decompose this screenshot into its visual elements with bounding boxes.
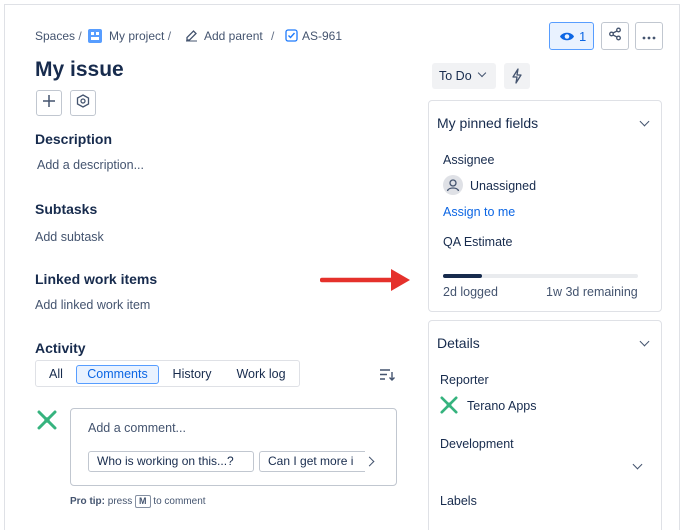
pro-tip: Pro tip: press M to comment	[70, 495, 206, 508]
breadcrumb-spaces[interactable]: Spaces /	[35, 29, 82, 43]
plus-icon	[42, 94, 56, 113]
time-tracking-bar	[443, 274, 638, 278]
suggestion-chip[interactable]: Can I get more i	[259, 451, 365, 472]
issue-title[interactable]: My issue	[35, 58, 124, 82]
chevron-right-icon[interactable]	[364, 456, 375, 467]
project-icon	[88, 29, 102, 43]
development-label: Development	[440, 437, 514, 451]
watch-button[interactable]: 1	[549, 22, 594, 50]
comment-placeholder: Add a comment...	[88, 421, 186, 435]
tab-history[interactable]: History	[164, 365, 220, 384]
assign-to-me-link[interactable]: Assign to me	[443, 205, 515, 219]
details-panel: Details Reporter Terano Apps Development…	[428, 320, 662, 530]
activity-heading: Activity	[35, 340, 86, 356]
time-tracking-fill	[443, 274, 482, 278]
time-logged: 2d logged	[443, 285, 498, 299]
add-button[interactable]	[36, 90, 62, 116]
chevron-down-icon[interactable]	[639, 336, 650, 347]
comment-editor[interactable]: Add a comment... Who is working on this.…	[70, 408, 397, 486]
add-parent-link[interactable]: Add parent	[204, 29, 263, 43]
status-dropdown[interactable]: To Do	[432, 63, 496, 89]
tab-comments[interactable]: Comments	[76, 365, 159, 384]
share-icon	[608, 27, 622, 46]
chevron-down-icon[interactable]	[632, 459, 643, 470]
reporter-avatar-logo	[440, 396, 458, 419]
issue-key-link[interactable]: AS-961	[302, 29, 342, 43]
sort-icon[interactable]	[379, 368, 395, 387]
hexagon-icon	[76, 93, 90, 113]
apps-button[interactable]	[70, 90, 96, 116]
add-linked-item-link[interactable]: Add linked work item	[35, 298, 150, 312]
pinned-fields-panel: My pinned fields Assignee Unassigned Ass…	[428, 100, 662, 312]
tab-work-log[interactable]: Work log	[228, 365, 294, 384]
labels-label: Labels	[440, 494, 477, 508]
activity-tabs: All Comments History Work log	[35, 360, 300, 387]
pinned-fields-title[interactable]: My pinned fields	[437, 115, 538, 131]
user-avatar-logo	[37, 410, 57, 435]
tab-all[interactable]: All	[42, 365, 70, 384]
eye-icon	[559, 30, 575, 48]
suggestion-chip[interactable]: Who is working on this...?	[88, 451, 254, 472]
lightning-icon	[511, 68, 523, 89]
chevron-down-icon[interactable]	[639, 116, 650, 127]
subtasks-heading: Subtasks	[35, 201, 98, 217]
chevron-down-icon	[477, 68, 487, 78]
share-button[interactable]	[601, 22, 629, 50]
reporter-label: Reporter	[440, 373, 489, 387]
status-label: To Do	[439, 69, 472, 83]
keyboard-key: M	[135, 495, 151, 508]
edit-icon	[185, 29, 198, 47]
qa-estimate-label: QA Estimate	[443, 235, 513, 249]
time-remaining: 1w 3d remaining	[546, 285, 638, 299]
watch-count: 1	[579, 29, 587, 44]
breadcrumb-separator: /	[271, 29, 275, 43]
assignee-value[interactable]: Unassigned	[470, 179, 536, 193]
breadcrumb-project[interactable]: My project /	[109, 29, 171, 43]
description-heading: Description	[35, 131, 113, 147]
annotation-arrow	[320, 269, 410, 291]
user-placeholder-icon	[443, 175, 463, 195]
reporter-value[interactable]: Terano Apps	[467, 399, 537, 413]
description-field[interactable]: Add a description...	[37, 158, 144, 172]
checkbox-icon	[285, 29, 298, 47]
assignee-label: Assignee	[443, 153, 495, 167]
automation-button[interactable]	[504, 63, 530, 89]
more-icon	[642, 27, 656, 45]
add-subtask-link[interactable]: Add subtask	[35, 230, 104, 244]
linked-items-heading: Linked work items	[35, 271, 158, 287]
more-actions-button[interactable]	[635, 22, 663, 50]
details-title[interactable]: Details	[437, 335, 480, 351]
